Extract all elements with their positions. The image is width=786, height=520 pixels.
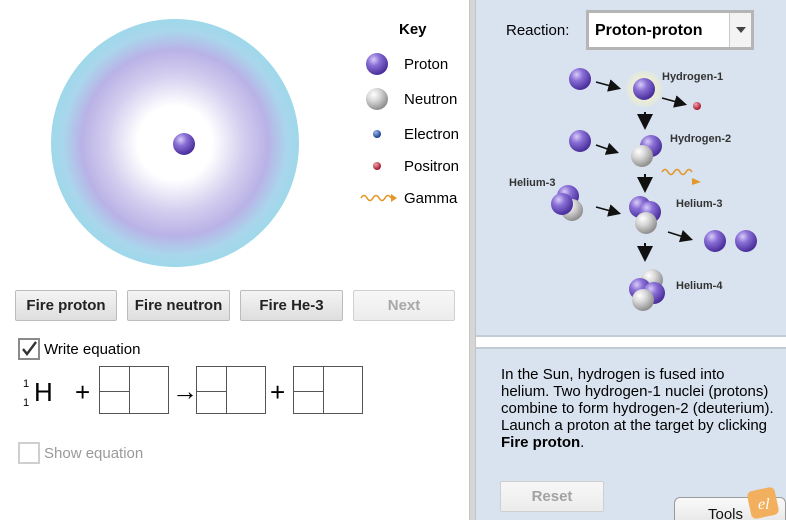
atomic-number: 1 <box>23 397 30 409</box>
key-item-electron: Electron <box>360 122 470 148</box>
key-item-positron: Positron <box>360 154 470 180</box>
mass-number: 1 <box>23 378 30 390</box>
description-text: In the Sun, hydrogen is fused into heliu… <box>501 366 776 451</box>
key-label-neutron: Neutron <box>404 91 458 108</box>
key-label-electron: Electron <box>404 126 460 143</box>
fire-neutron-button[interactable]: Fire neutron <box>127 290 230 321</box>
write-equation-label: Write equation <box>44 341 141 358</box>
reset-button[interactable]: Reset <box>500 481 604 512</box>
plus-sign-1: + <box>75 377 91 407</box>
tools-label: Tools <box>708 506 744 520</box>
proton-icon <box>366 53 388 75</box>
electron-icon <box>373 130 381 138</box>
label-helium-3-left: Helium-3 <box>509 177 556 189</box>
label-helium-3-right: Helium-3 <box>676 198 723 210</box>
label-helium-4: Helium-4 <box>676 280 723 292</box>
label-hydrogen-2: Hydrogen-2 <box>670 133 732 145</box>
simulation-panel: Key Proton Neutron Electron Positron Gam… <box>0 0 469 520</box>
description-panel: In the Sun, hydrogen is fused into heliu… <box>476 347 786 520</box>
target-proton <box>173 133 195 155</box>
checkmark-icon <box>22 341 37 356</box>
svg-text:el: el <box>758 496 770 513</box>
step-3 <box>551 185 757 262</box>
equation-slot-product-2[interactable] <box>293 366 363 414</box>
fire-proton-button[interactable]: Fire proton <box>15 290 117 321</box>
key-title: Key <box>399 21 427 38</box>
next-button[interactable]: Next <box>353 290 455 321</box>
explorelearning-logo-icon: el <box>747 487 779 519</box>
reaction-diagram-panel: Reaction: Proton-proton Hydrogen-1 Hydro… <box>476 0 786 337</box>
description-bold: Fire proton <box>501 434 581 451</box>
equation-slot-product-1[interactable] <box>196 366 266 414</box>
key-label-gamma: Gamma <box>404 190 458 207</box>
neutron-icon <box>366 88 388 110</box>
proton-proton-chain-diagram <box>551 68 757 311</box>
positron-icon <box>373 162 381 170</box>
reaction-arrow: → <box>172 376 198 406</box>
key-item-gamma: Gamma <box>360 186 470 212</box>
key-label-positron: Positron <box>404 158 460 175</box>
key-item-neutron: Neutron <box>360 87 470 113</box>
show-equation-label: Show equation <box>44 445 144 462</box>
description-body: In the Sun, hydrogen is fused into heliu… <box>501 366 774 434</box>
step-4 <box>629 269 665 311</box>
fire-he3-button[interactable]: Fire He-3 <box>240 290 343 321</box>
panel-divider[interactable] <box>469 0 476 520</box>
equation-slot-reactant[interactable] <box>99 366 169 414</box>
key-item-proton: Proton <box>360 52 470 78</box>
write-equation-checkbox[interactable] <box>18 338 40 360</box>
show-equation-checkbox[interactable] <box>18 442 40 464</box>
label-hydrogen-1: Hydrogen-1 <box>662 71 724 83</box>
plus-sign-2: + <box>270 377 286 407</box>
gamma-wave-icon <box>360 194 397 202</box>
app-window: Key Proton Neutron Electron Positron Gam… <box>0 0 786 520</box>
key-label-proton: Proton <box>404 56 449 73</box>
info-panel: Reaction: Proton-proton Hydrogen-1 Hydro… <box>476 0 786 520</box>
element-symbol: H <box>34 377 53 407</box>
description-end: . <box>580 434 585 451</box>
